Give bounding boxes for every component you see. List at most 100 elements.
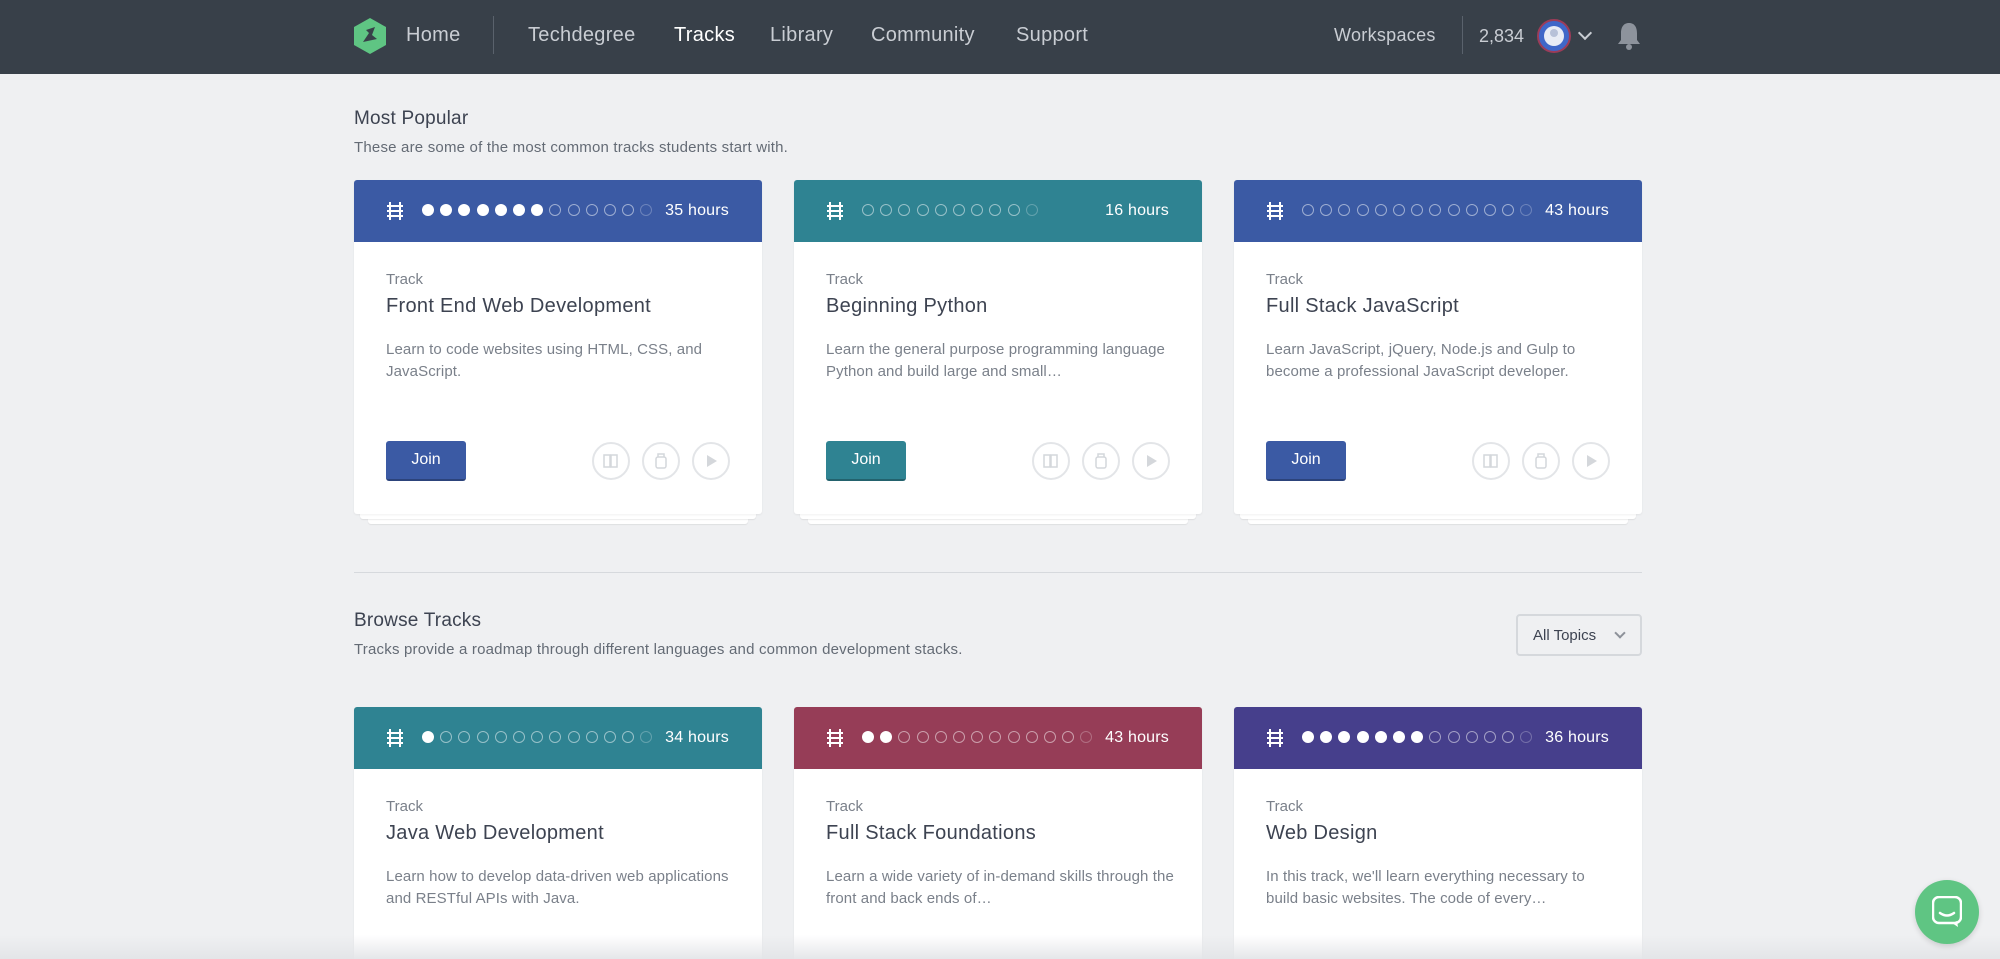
progress-dot-incomplete (1447, 731, 1460, 743)
progress-dot-incomplete (1429, 731, 1442, 743)
nav-divider-right (1462, 16, 1463, 54)
library-icon (592, 442, 630, 480)
progress-dot-incomplete (862, 204, 874, 216)
progress-dot-incomplete (640, 731, 653, 743)
play-icon (692, 442, 730, 480)
section-title-popular: Most Popular (354, 108, 469, 129)
progress-dot-incomplete (1502, 204, 1515, 216)
progress-dot-complete (862, 731, 874, 743)
track-icon (1267, 729, 1283, 747)
progress-dot-incomplete (1302, 204, 1314, 216)
progress-dot-complete (1356, 731, 1369, 743)
track-icon (827, 729, 843, 747)
card-type-label: Track (1266, 271, 1303, 288)
progress-dot-incomplete (567, 731, 580, 743)
card-title[interactable]: Full Stack JavaScript (1266, 295, 1459, 318)
chat-button[interactable] (1915, 880, 1979, 944)
progress-dot-complete (1320, 731, 1333, 743)
card-title[interactable]: Java Web Development (386, 822, 604, 845)
progress-dot-complete (422, 731, 434, 743)
play-icon (1132, 442, 1170, 480)
progress-dot-incomplete (880, 204, 893, 216)
badge-icon (1522, 442, 1560, 480)
progress-dot-incomplete (916, 731, 929, 743)
progress-dot-incomplete (1044, 731, 1056, 743)
section-subtitle-popular: These are some of the most common tracks… (354, 139, 789, 156)
card-description: Learn a wide variety of in-demand skills… (826, 868, 1174, 907)
progress-dot-incomplete (934, 204, 947, 216)
progress-dot-incomplete (604, 204, 616, 216)
progress-dot-incomplete (1356, 204, 1369, 216)
badge-icon (642, 442, 680, 480)
nav-community[interactable]: Community (871, 24, 975, 47)
progress-dot-incomplete (440, 731, 453, 743)
topics-dropdown[interactable]: All Topics (1516, 614, 1642, 656)
nav-library[interactable]: Library (770, 24, 833, 47)
section-divider (354, 572, 1642, 573)
track-icon (1267, 202, 1283, 220)
topics-dropdown-label: All Topics (1533, 627, 1597, 644)
card-title[interactable]: Beginning Python (826, 295, 988, 318)
track-hours: 35 hours (665, 202, 729, 219)
progress-dot-incomplete (585, 204, 598, 216)
chevron-down-icon[interactable] (1577, 25, 1593, 41)
nav-techdegree[interactable]: Techdegree (528, 24, 636, 47)
join-button[interactable]: Join (826, 441, 906, 481)
track-hours: 36 hours (1545, 729, 1609, 746)
nav-tracks[interactable]: Tracks (674, 24, 735, 47)
treehouse-logo-icon[interactable] (353, 17, 387, 55)
join-button[interactable]: Join (1266, 441, 1346, 481)
progress-dot-complete (1374, 731, 1387, 743)
progress-dot-complete (1393, 731, 1405, 743)
progress-dot-incomplete (1007, 731, 1020, 743)
progress-dot-incomplete (989, 731, 1002, 743)
progress-dot-incomplete (549, 731, 562, 743)
bell-icon[interactable] (1616, 21, 1642, 51)
chat-icon (1932, 896, 1962, 927)
card-description: Learn the general purpose programming la… (826, 341, 1165, 380)
progress-dot-complete (880, 731, 893, 743)
progress-dot-incomplete (1320, 204, 1333, 216)
card-header: 43 hours (794, 707, 1202, 769)
progress-dot-incomplete (1520, 731, 1533, 743)
section-title-browse: Browse Tracks (354, 610, 482, 631)
card-title[interactable]: Front End Web Development (386, 295, 651, 318)
track-icon (387, 202, 403, 220)
progress-dot-complete (458, 204, 471, 216)
progress-dot-incomplete (1338, 204, 1351, 216)
card-title[interactable]: Web Design (1266, 822, 1378, 845)
progress-dot-incomplete (1447, 204, 1460, 216)
card-title[interactable]: Full Stack Foundations (826, 822, 1036, 845)
progress-dot-incomplete (640, 204, 653, 216)
join-button[interactable]: Join (386, 441, 466, 481)
points-count: 2,834 (1479, 26, 1525, 46)
card-type-label: Track (1266, 798, 1303, 815)
progress-dot-incomplete (1080, 731, 1093, 743)
card-type-label: Track (386, 798, 423, 815)
avatar[interactable] (1537, 19, 1571, 53)
progress-dot-complete (513, 204, 525, 216)
card-type-label: Track (386, 271, 423, 288)
progress-dot-incomplete (934, 731, 947, 743)
progress-dot-complete (1302, 731, 1314, 743)
progress-dot-incomplete (953, 731, 965, 743)
card-header: 16 hours (794, 180, 1202, 242)
progress-dot-incomplete (1062, 731, 1075, 743)
progress-dot-incomplete (476, 731, 489, 743)
progress-dot-complete (476, 204, 489, 216)
track-hours: 43 hours (1545, 202, 1609, 219)
track-icon (827, 202, 843, 220)
progress-dot-incomplete (1025, 204, 1038, 216)
progress-dot-incomplete (604, 731, 616, 743)
nav-home[interactable]: Home (406, 24, 461, 47)
progress-dot-incomplete (989, 204, 1002, 216)
nav-support[interactable]: Support (1016, 24, 1088, 47)
progress-dot-incomplete (622, 204, 635, 216)
progress-dot-incomplete (1007, 204, 1020, 216)
nav-workspaces[interactable]: Workspaces (1334, 25, 1436, 46)
progress-dot-incomplete (1520, 204, 1533, 216)
progress-dot-incomplete (1502, 731, 1515, 743)
progress-dot-incomplete (1393, 204, 1405, 216)
progress-dot-incomplete (1374, 204, 1387, 216)
progress-dot-incomplete (513, 731, 525, 743)
